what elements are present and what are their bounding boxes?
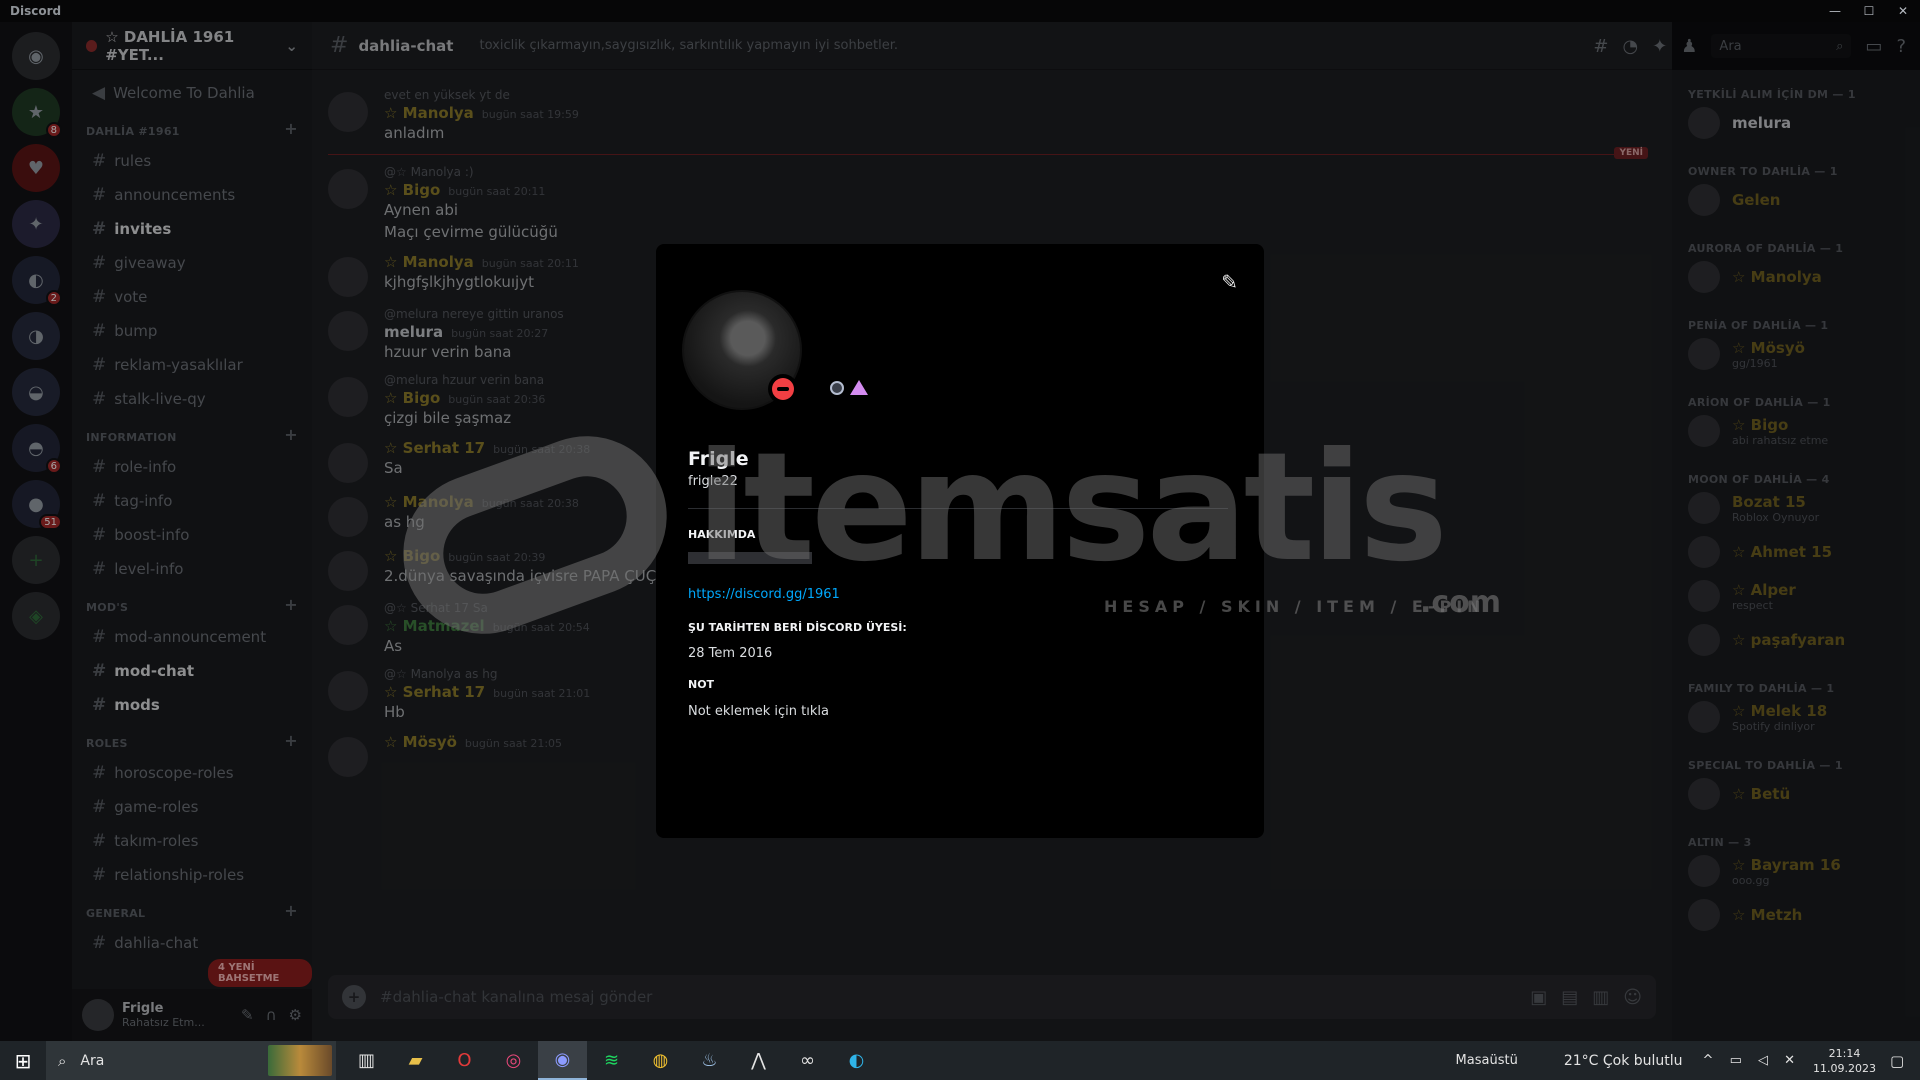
user-profile-modal: ✎ Frigle frigle22 HAKKIMDA https://disco…	[656, 244, 1264, 838]
close-icon[interactable]: ✕	[1886, 0, 1920, 22]
pencil-icon[interactable]: ✎	[1221, 270, 1238, 294]
search-icon: ⌕	[58, 1051, 67, 1070]
steam-icon[interactable]: ♨	[685, 1041, 734, 1080]
task-view-icon[interactable]: ▥	[342, 1041, 391, 1080]
taskbar-apps: ▥ ▰ O ◎ ◉ ≋ ◍ ♨ ⋀ ∞ ◐	[342, 1041, 881, 1080]
epic-games-icon[interactable]: ⋀	[734, 1041, 783, 1080]
clock[interactable]: 21:14 11.09.2023	[1813, 1046, 1876, 1076]
windows-start-icon[interactable]: ⊞	[0, 1041, 46, 1080]
nitro-badge-icon[interactable]	[830, 380, 844, 395]
member-since-heading: ŞU TARİHTEN BERİ DİSCORD ÜYESİ:	[688, 621, 907, 634]
taskbar-search[interactable]: ⌕ Ara	[46, 1041, 336, 1080]
clock-time: 21:14	[1828, 1046, 1861, 1060]
minimize-icon[interactable]: —	[1818, 0, 1852, 22]
note-heading: NOT	[688, 678, 715, 691]
profile-username: frigle22	[688, 474, 738, 489]
file-explorer-icon[interactable]: ▰	[391, 1041, 440, 1080]
windows-taskbar: ⊞ ⌕ Ara ▥ ▰ O ◎ ◉ ≋ ◍ ♨ ⋀ ∞ ◐ Masaüstü 2…	[0, 1041, 1920, 1080]
instagram-icon[interactable]: ◎	[489, 1041, 538, 1080]
tray-icons[interactable]: ^ ▭ ◁ ✕	[1703, 1053, 1801, 1068]
profile-display-name: Frigle	[688, 448, 749, 470]
window-titlebar: Discord — ☐ ✕	[0, 0, 1920, 22]
modal-backdrop[interactable]: ✎ Frigle frigle22 HAKKIMDA https://disco…	[0, 22, 1920, 1041]
opera-icon[interactable]: O	[440, 1041, 489, 1080]
spotify-icon[interactable]: ≋	[587, 1041, 636, 1080]
about-heading: HAKKIMDA	[688, 528, 756, 541]
window-controls: — ☐ ✕	[1818, 0, 1920, 22]
clock-date: 11.09.2023	[1813, 1061, 1876, 1075]
notifications-icon[interactable]: ▢	[1890, 1052, 1920, 1070]
about-redacted-text	[688, 552, 812, 564]
taskbar-search-label: Ara	[80, 1052, 105, 1069]
do-not-disturb-icon	[768, 374, 798, 404]
profile-badges	[830, 380, 868, 395]
discord-icon[interactable]: ◉	[538, 1041, 587, 1080]
chrome-icon[interactable]: ◍	[636, 1041, 685, 1080]
desktop-toolbar[interactable]: Masaüstü	[1456, 1053, 1518, 1068]
maximize-icon[interactable]: ☐	[1852, 0, 1886, 22]
about-link[interactable]: https://discord.gg/1961	[688, 587, 840, 602]
member-since-date: 28 Tem 2016	[688, 646, 773, 661]
search-highlight-image	[268, 1045, 332, 1076]
hypesquad-badge-icon[interactable]	[850, 380, 868, 395]
profile-divider	[688, 508, 1228, 509]
system-tray: Masaüstü 21°C Çok bulutlu ^ ▭ ◁ ✕ 21:14 …	[1456, 1041, 1920, 1080]
window-title: Discord	[10, 4, 62, 18]
itemsatis-icon[interactable]: ∞	[783, 1041, 832, 1080]
note-input[interactable]: Not eklemek için tıkla	[688, 704, 829, 719]
edge-icon[interactable]: ◐	[832, 1041, 881, 1080]
weather-widget[interactable]: 21°C Çok bulutlu	[1564, 1053, 1683, 1069]
